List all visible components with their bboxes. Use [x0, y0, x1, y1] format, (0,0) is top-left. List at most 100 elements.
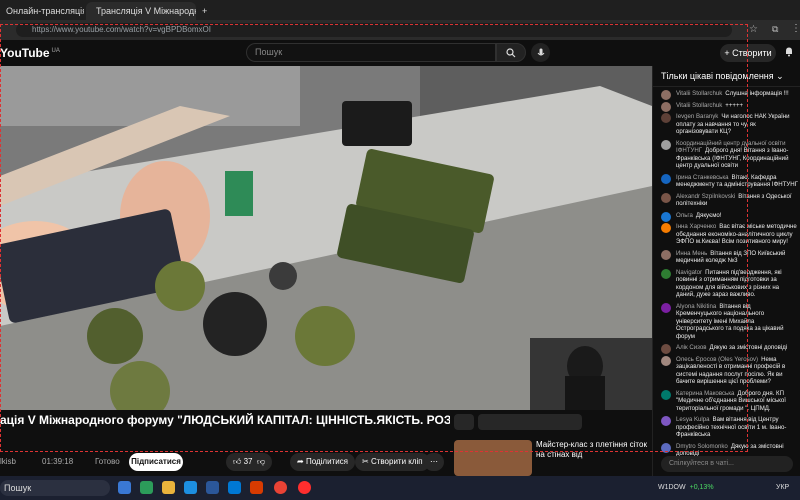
avatar[interactable]: [661, 101, 671, 112]
chip-all[interactable]: [454, 414, 474, 430]
chat-author[interactable]: Ольга: [676, 212, 693, 219]
powerpoint-icon[interactable]: [250, 481, 263, 494]
chat-text: Дякую за змістовні доповіді: [709, 344, 788, 351]
chat-author[interactable]: Alyona Nikitina: [676, 303, 716, 310]
chat-message: Ievgen Baranyk Чи наголос НАК України опл…: [653, 113, 800, 136]
video-title: ація V Міжнародного форуму "ЛЮДСЬКИЙ КАП…: [0, 413, 450, 427]
extensions-icon[interactable]: ⧉: [772, 24, 778, 35]
chat-author[interactable]: Vitalii Stollarchuk: [676, 102, 722, 109]
avatar[interactable]: [661, 268, 671, 279]
channel-name[interactable]: lkisb: [0, 457, 16, 466]
chat-message: Катерина Маковська Доброго дня. КП "Медич…: [653, 389, 800, 413]
input-language[interactable]: УКР: [776, 484, 789, 491]
voice-search-button[interactable]: [531, 43, 550, 62]
plus-icon: +: [202, 6, 208, 16]
youtube-header: YouTube UA Пошук + Створити: [0, 40, 800, 66]
edge-icon[interactable]: [184, 481, 197, 494]
thumbs-up-icon: 👍︎: [233, 457, 242, 466]
video-player[interactable]: [0, 66, 652, 410]
share-button[interactable]: ➦ Поділитися: [290, 453, 356, 471]
tab-online-stream[interactable]: Онлайн-трансляція V Між...: [0, 2, 84, 20]
chat-author[interactable]: Інна Харченко: [676, 223, 716, 230]
more-icon: ⋯: [430, 457, 438, 466]
like-button[interactable]: 👍︎ 37 👎︎: [226, 453, 273, 471]
avatar[interactable]: [661, 442, 671, 453]
avatar[interactable]: [661, 344, 671, 354]
search-icon: [506, 47, 516, 57]
chat-author[interactable]: Ірина Станкевська: [676, 174, 729, 181]
stock-ticker[interactable]: W1DOW +0,13%: [658, 484, 714, 491]
avatar[interactable]: [661, 249, 671, 260]
chat-author[interactable]: Lesya Kulpa: [676, 416, 710, 423]
search-button[interactable]: [496, 43, 526, 62]
chat-author[interactable]: Ievgen Baranyk: [676, 113, 718, 120]
chat-message: Інна Харченко Вас вітає міське методичне …: [653, 223, 800, 246]
subscribe-button[interactable]: Підписатися: [129, 453, 183, 471]
avatar[interactable]: [661, 192, 671, 203]
chat-message: Lesya Kulpa Вам вітання від Центру профес…: [653, 416, 800, 439]
chat-author[interactable]: Алік Сизов: [676, 344, 707, 351]
menu-icon[interactable]: ⋮: [791, 23, 800, 34]
more-actions-button[interactable]: ⋯: [424, 453, 444, 471]
chat-author[interactable]: Dmytro Solomonko: [676, 443, 728, 450]
microphone-icon: [537, 48, 544, 55]
avatar[interactable]: [661, 211, 671, 222]
youtube-logo[interactable]: YouTube UA: [0, 46, 60, 60]
video-frame: [0, 66, 652, 410]
chat-author[interactable]: Катерина Маковська: [676, 390, 734, 397]
chat-message: Ірина Станкевська Вітаю. Кафедра менеджме…: [653, 173, 800, 189]
chat-input[interactable]: Спілкуйтеся в чаті...: [661, 456, 793, 472]
avatar[interactable]: [661, 223, 671, 233]
thumbs-down-icon[interactable]: 👎︎: [257, 453, 265, 471]
chat-text: Слушна інформація !!!: [725, 90, 789, 97]
share-icon: ➦: [297, 457, 304, 466]
chat-author[interactable]: Vitalii Stollarchuk: [676, 90, 722, 97]
avatar[interactable]: [661, 355, 671, 366]
live-chat: Тільки цікаві повідомлення ⌄ Vitalii Sto…: [652, 66, 800, 476]
copilot-icon[interactable]: [140, 481, 153, 494]
chat-author[interactable]: Инна Мень: [676, 250, 707, 257]
chat-message: Alexandr Szpilnkovski Вітання з Одеської …: [653, 192, 800, 208]
chat-message: Координаційний центр дуальної освіти ІФН…: [653, 139, 800, 170]
avatar[interactable]: [661, 389, 671, 400]
star-icon[interactable]: ☆: [749, 24, 758, 35]
chat-message: Олесь Єросов (Oles Yerosov) Нема зацікавл…: [653, 355, 800, 386]
word-icon[interactable]: [206, 481, 219, 494]
search-input[interactable]: Пошук: [246, 43, 496, 62]
avatar[interactable]: [661, 139, 671, 150]
chat-author[interactable]: Alexandr Szpilnkovski: [676, 193, 735, 200]
chat-message: Инна Мень Вітання від ЗПО Київський медич…: [653, 249, 800, 265]
url-field[interactable]: https://www.youtube.com/watch?v=vgBPDBom…: [16, 23, 732, 37]
avatar[interactable]: [661, 90, 671, 100]
store-icon[interactable]: [228, 481, 241, 494]
chat-text: Дякуємо!: [695, 211, 722, 219]
scissors-icon: ✂: [362, 457, 369, 466]
chat-author[interactable]: Олесь Єросов (Oles Yerosov): [676, 356, 758, 363]
chat-message: Vitalii Stollarchuk Слушна інформація !!!: [653, 90, 800, 100]
tab-translation[interactable]: Трансляція V Міжнародн...: [86, 2, 196, 20]
avatar[interactable]: [661, 173, 671, 184]
avatar[interactable]: [661, 113, 671, 123]
chevron-down-icon: ⌄: [776, 71, 784, 81]
chat-author[interactable]: Navigator: [676, 269, 702, 276]
address-bar-row: https://www.youtube.com/watch?v=vgBPDBom…: [0, 20, 800, 40]
app-icon[interactable]: [298, 481, 311, 494]
chat-filter-dropdown[interactable]: Тільки цікаві повідомлення ⌄: [653, 66, 800, 87]
chat-message: Алік Сизов Дякую за змістовні доповіді: [653, 344, 800, 354]
clip-button[interactable]: ✂ Створити кліп: [355, 453, 430, 471]
avatar[interactable]: [661, 416, 671, 426]
task-view-icon[interactable]: [118, 481, 131, 494]
file-explorer-icon[interactable]: [162, 481, 175, 494]
avatar[interactable]: [661, 302, 671, 313]
video-thumbnail[interactable]: [454, 440, 532, 476]
chrome-icon[interactable]: [274, 481, 287, 494]
recommended-video-title[interactable]: Майстер-клас з плетіння сіток на стінах …: [536, 440, 651, 460]
taskbar-search[interactable]: Пошук: [0, 480, 110, 496]
notifications-icon[interactable]: [784, 46, 794, 60]
create-button[interactable]: + Створити: [720, 44, 776, 62]
chat-message: Navigator Питання під'вердження, які пови…: [653, 268, 800, 299]
new-tab-button[interactable]: +: [196, 2, 212, 20]
recommended-list: Майстер-клас з плетіння сіток на стінах …: [452, 410, 652, 476]
chip-filter[interactable]: [478, 414, 582, 430]
chat-message: Alyona Nikitina Вітання від Кременчуцьког…: [653, 302, 800, 341]
